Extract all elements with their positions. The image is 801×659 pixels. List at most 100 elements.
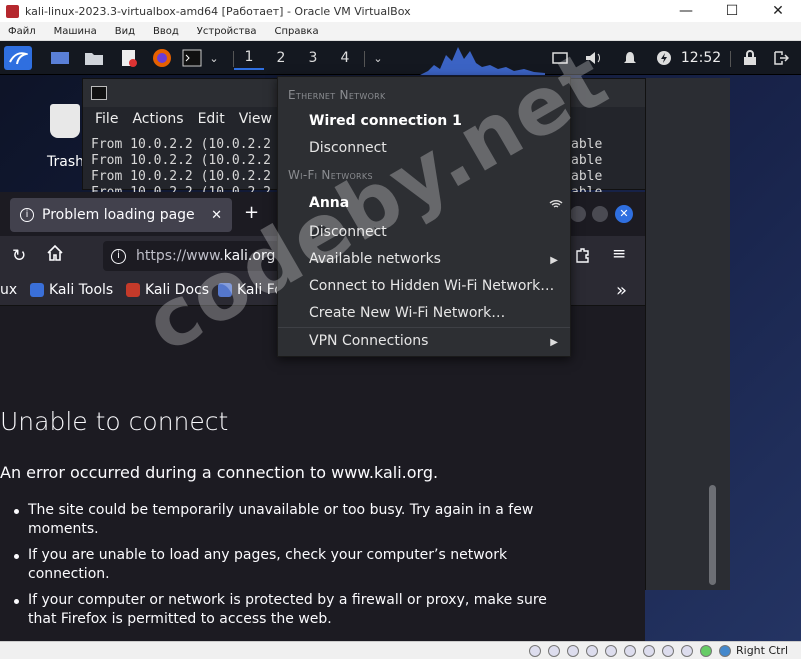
- vbox-menu-bar: Файл Машина Вид Ввод Устройства Справка: [0, 22, 801, 41]
- bookmark-label: Kali Docs: [145, 282, 210, 298]
- vpn-connections-item[interactable]: VPN Connections: [309, 333, 428, 349]
- notification-bell-icon[interactable]: [620, 46, 640, 70]
- available-networks-item[interactable]: Available networks: [309, 251, 441, 267]
- cpu-icon[interactable]: [681, 645, 693, 657]
- terminal-menu-edit[interactable]: Edit: [198, 111, 225, 127]
- audio-icon[interactable]: [567, 645, 579, 657]
- volume-icon[interactable]: [584, 46, 604, 70]
- bookmark-kali-tools[interactable]: Kali Tools: [30, 282, 113, 298]
- vbox-window-title: kali-linux-2023.3-virtualbox-amd64 [Рабо…: [25, 4, 411, 18]
- wifi-network-anna[interactable]: Anna: [309, 195, 349, 211]
- home-icon[interactable]: [46, 244, 64, 266]
- terminal-menu-view[interactable]: View: [239, 111, 272, 127]
- hdd-icon[interactable]: [529, 645, 541, 657]
- chevron-right-double-icon[interactable]: »: [616, 280, 627, 301]
- recording-icon[interactable]: [662, 645, 674, 657]
- terminal-line: From 10.0.2.2 (10.0.2.2: [91, 169, 272, 184]
- list-item: The site could be temporarily unavailabl…: [14, 501, 574, 539]
- hamburger-menu-icon[interactable]: ≡: [612, 244, 626, 264]
- tab-title: Problem loading page: [42, 207, 195, 223]
- url-domain: kali.org: [223, 248, 276, 264]
- terminal-line: From 10.0.2.2 (10.0.2.2: [91, 153, 272, 168]
- mouse-integration-icon[interactable]: [700, 645, 712, 657]
- new-tab-button[interactable]: +: [244, 202, 259, 223]
- kali-docs-icon: [126, 283, 140, 297]
- scrollbar-thumb[interactable]: [709, 485, 716, 585]
- host-key-label: Right Ctrl: [736, 644, 789, 657]
- vbox-menu-view[interactable]: Вид: [115, 26, 135, 37]
- vbox-menu-help[interactable]: Справка: [275, 26, 319, 37]
- vbox-menu-input[interactable]: Ввод: [153, 26, 179, 37]
- kali-forums-icon: [218, 283, 232, 297]
- terminal-window-icon: [91, 86, 107, 100]
- kali-menu-icon[interactable]: [4, 46, 32, 70]
- wired-disconnect-item[interactable]: Disconnect: [309, 140, 387, 156]
- bookmark-partial[interactable]: ux: [0, 282, 17, 298]
- minimize-button[interactable]: [570, 206, 586, 222]
- vbox-title-bar: kali-linux-2023.3-virtualbox-amd64 [Рабо…: [0, 0, 801, 22]
- screenshot-icon[interactable]: [550, 46, 570, 70]
- list-item: If you are unable to load any pages, che…: [14, 546, 574, 584]
- maximize-button[interactable]: [592, 206, 608, 222]
- terminal-line-tail: able: [571, 153, 603, 168]
- firefox-error-page: Unable to connect An error occurred duri…: [0, 307, 645, 641]
- bookmark-kali-forums[interactable]: Kali Fo: [218, 282, 283, 298]
- wired-connection-item[interactable]: Wired connection 1: [309, 113, 462, 129]
- text-editor-icon[interactable]: [117, 46, 141, 70]
- terminal-menu-file[interactable]: File: [95, 111, 118, 127]
- panel-separator: [730, 51, 731, 67]
- panel-clock[interactable]: 12:52: [680, 46, 722, 70]
- vbox-menu-devices[interactable]: Устройства: [197, 26, 257, 37]
- maximize-button[interactable]: ☐: [709, 0, 755, 22]
- optical-drive-icon[interactable]: [548, 645, 560, 657]
- workspace-3[interactable]: 3: [298, 46, 328, 70]
- terminal-line-tail: able: [571, 169, 603, 184]
- screen: kali-linux-2023.3-virtualbox-amd64 [Рабо…: [0, 0, 801, 659]
- error-title: Unable to connect: [0, 407, 229, 436]
- extensions-icon[interactable]: [574, 246, 592, 268]
- url-bar[interactable]: i https://www. kali.org: [103, 241, 293, 271]
- close-window-icon[interactable]: ✕: [615, 205, 633, 223]
- file-manager-icon[interactable]: [82, 46, 106, 70]
- keyboard-capture-icon[interactable]: [719, 645, 731, 657]
- xfce-top-panel: ⌄ 1 2 3 4 ⌄ 12:52: [0, 41, 801, 75]
- logout-icon[interactable]: [770, 46, 792, 70]
- network-manager-menu: Ethernet Network Wired connection 1 Disc…: [277, 76, 571, 357]
- network-icon[interactable]: [586, 645, 598, 657]
- info-icon[interactable]: i: [111, 248, 126, 264]
- connect-hidden-wifi-item[interactable]: Connect to Hidden Wi-Fi Network…: [309, 278, 554, 294]
- background-window: [645, 78, 730, 590]
- power-manager-icon[interactable]: [654, 46, 674, 70]
- shared-folders-icon[interactable]: [624, 645, 636, 657]
- reload-icon[interactable]: ↻: [12, 246, 26, 266]
- usb-icon[interactable]: [605, 645, 617, 657]
- chevron-down-icon[interactable]: ⌄: [205, 46, 223, 70]
- close-tab-icon[interactable]: ✕: [211, 208, 222, 223]
- vbox-menu-file[interactable]: Файл: [8, 26, 36, 37]
- workspace-2[interactable]: 2: [266, 46, 296, 70]
- show-desktop-icon[interactable]: [48, 46, 72, 70]
- chevron-down-icon[interactable]: ⌄: [368, 46, 388, 70]
- wifi-section-header: Wi-Fi Networks: [288, 168, 373, 182]
- create-new-wifi-item[interactable]: Create New Wi-Fi Network…: [309, 305, 505, 321]
- tab-problem-loading[interactable]: i Problem loading page ✕: [10, 198, 232, 232]
- workspace-1[interactable]: 1: [234, 46, 264, 70]
- url-prefix: https://www.: [136, 248, 224, 264]
- bookmark-kali-docs[interactable]: Kali Docs: [126, 282, 209, 298]
- trash-icon[interactable]: [50, 104, 80, 138]
- display-icon[interactable]: [643, 645, 655, 657]
- vbox-menu-machine[interactable]: Машина: [54, 26, 97, 37]
- ethernet-section-header: Ethernet Network: [288, 88, 386, 102]
- terminal-icon[interactable]: [180, 46, 204, 70]
- lock-icon[interactable]: [740, 46, 760, 70]
- close-button[interactable]: ✕: [755, 0, 801, 22]
- terminal-menu-actions[interactable]: Actions: [132, 111, 183, 127]
- info-icon: i: [20, 208, 34, 222]
- minimize-button[interactable]: —: [663, 0, 709, 22]
- menu-separator: [278, 327, 570, 328]
- firefox-icon[interactable]: [150, 46, 174, 70]
- virtualbox-app-icon: [6, 4, 19, 18]
- wifi-disconnect-item[interactable]: Disconnect: [309, 224, 387, 240]
- workspace-4[interactable]: 4: [330, 46, 360, 70]
- clock-text: 12:52: [680, 50, 722, 66]
